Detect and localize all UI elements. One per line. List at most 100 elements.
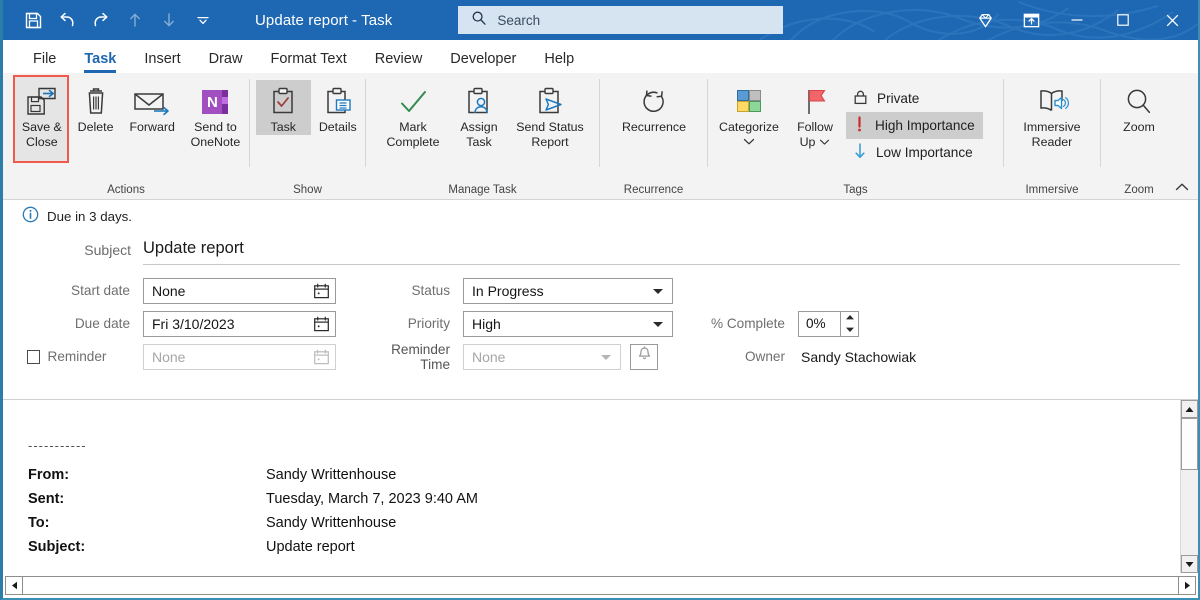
- from-label: From:: [28, 463, 126, 487]
- reminder-time-select[interactable]: None: [463, 344, 621, 370]
- due-date-value: Fri 3/10/2023: [152, 316, 235, 332]
- tab-task[interactable]: Task: [70, 51, 130, 73]
- zoom-button[interactable]: Zoom: [1107, 80, 1171, 135]
- send-status-report-icon: [535, 84, 565, 120]
- reminder-time-label: Reminder Time: [358, 342, 463, 372]
- scroll-right-arrow-icon[interactable]: [1178, 576, 1196, 595]
- vertical-scroll-thumb[interactable]: [1181, 418, 1198, 470]
- diamond-icon[interactable]: [962, 0, 1008, 40]
- owner-value[interactable]: Sandy Stachowiak: [798, 349, 916, 365]
- start-date-input[interactable]: None: [143, 278, 336, 304]
- categorize-dropdown-icon[interactable]: [743, 135, 755, 150]
- follow-up-flag-icon: [800, 84, 830, 120]
- due-date-input[interactable]: Fri 3/10/2023: [143, 311, 336, 337]
- form-column-middle: Status In Progress Priority High: [358, 274, 688, 373]
- previous-item-icon[interactable]: [119, 5, 151, 35]
- collapse-ribbon-button[interactable]: [1172, 177, 1192, 197]
- tab-developer[interactable]: Developer: [436, 51, 530, 73]
- minimize-icon[interactable]: [1054, 0, 1100, 40]
- calendar-icon[interactable]: [313, 282, 330, 299]
- ribbon-group-label-tags: Tags: [708, 179, 1003, 200]
- show-task-button[interactable]: Task: [256, 80, 311, 135]
- tab-format-text[interactable]: Format Text: [256, 51, 360, 73]
- tab-review[interactable]: Review: [361, 51, 437, 73]
- tab-draw[interactable]: Draw: [195, 51, 257, 73]
- search-input[interactable]: Search: [458, 6, 783, 34]
- immersive-reader-button[interactable]: Immersive Reader: [1012, 80, 1092, 150]
- priority-select[interactable]: High: [463, 311, 673, 337]
- undo-icon[interactable]: [51, 5, 83, 35]
- delete-button[interactable]: Delete: [69, 80, 123, 135]
- show-details-button[interactable]: Details: [311, 80, 366, 135]
- subject-label-body: Subject:: [28, 535, 126, 559]
- follow-up-button[interactable]: Follow Up: [784, 80, 846, 150]
- table-row: Sent: Tuesday, March 7, 2023 9:40 AM: [28, 487, 478, 511]
- close-icon[interactable]: [1146, 0, 1198, 40]
- reminder-date-input[interactable]: None: [143, 344, 336, 370]
- from-value: Sandy Writtenhouse: [126, 463, 478, 487]
- to-label: To:: [28, 511, 126, 535]
- save-and-close-label-line2: Close: [26, 135, 58, 150]
- show-task-label: Task: [271, 120, 296, 135]
- subject-input[interactable]: Update report: [143, 237, 1180, 265]
- assign-task-icon: [464, 84, 494, 120]
- next-item-icon[interactable]: [153, 5, 185, 35]
- customize-quick-access-toolbar-icon[interactable]: [187, 5, 219, 35]
- svg-text:N: N: [207, 94, 218, 111]
- forward-button[interactable]: Forward: [122, 80, 181, 135]
- ribbon-group-label-show: Show: [250, 179, 365, 200]
- forward-label: Forward: [129, 120, 174, 135]
- percent-complete-value[interactable]: 0%: [798, 311, 840, 337]
- ribbon-display-options-icon[interactable]: [1008, 0, 1054, 40]
- follow-up-dropdown-icon[interactable]: [819, 135, 830, 150]
- horizontal-scrollbar[interactable]: [3, 573, 1198, 598]
- mark-complete-button[interactable]: Mark Complete: [378, 80, 448, 150]
- ribbon-group-immersive: Immersive Reader Immersive: [1004, 73, 1100, 200]
- horizontal-scroll-track[interactable]: [23, 576, 1178, 595]
- chevron-down-icon[interactable]: [652, 316, 664, 332]
- outlook-task-window: Update report-Task Search: [0, 0, 1200, 600]
- vertical-scroll-track[interactable]: [1181, 418, 1198, 555]
- categorize-label: Categorize: [719, 120, 779, 135]
- search-placeholder: Search: [497, 13, 540, 28]
- vertical-scrollbar[interactable]: [1180, 400, 1198, 573]
- ribbon-group-actions: Save & Close Delete Forward: [3, 73, 249, 200]
- priority-value: High: [472, 316, 501, 332]
- assign-task-button[interactable]: Assign Task: [448, 80, 510, 150]
- ribbon-group-label-manage-task: Manage Task: [366, 179, 599, 200]
- reminder-time-row: Reminder Time None: [358, 340, 688, 373]
- high-importance-toggle[interactable]: High Importance: [846, 112, 983, 139]
- maximize-icon[interactable]: [1100, 0, 1146, 40]
- tab-help[interactable]: Help: [530, 51, 588, 73]
- scroll-left-arrow-icon[interactable]: [5, 576, 23, 595]
- recurrence-button[interactable]: Recurrence: [608, 80, 700, 135]
- reminder-checkbox[interactable]: [27, 350, 40, 364]
- scroll-down-arrow-icon[interactable]: [1181, 555, 1198, 573]
- private-toggle[interactable]: Private: [846, 85, 983, 112]
- percent-complete-stepper[interactable]: 0%: [798, 311, 859, 337]
- assign-task-label-line1: Assign: [460, 120, 497, 135]
- chevron-down-icon[interactable]: [652, 283, 664, 299]
- tab-file[interactable]: File: [19, 51, 70, 73]
- send-to-onenote-label-line1: Send to: [194, 120, 237, 135]
- send-to-onenote-button[interactable]: N Send to OneNote: [182, 80, 249, 150]
- delete-trash-icon: [81, 84, 111, 120]
- save-icon[interactable]: [17, 5, 49, 35]
- spacer-row: [688, 274, 1198, 307]
- stepper-up-icon[interactable]: [841, 312, 858, 324]
- reminder-sound-button[interactable]: [630, 344, 658, 370]
- chevron-down-icon[interactable]: [600, 349, 612, 365]
- save-and-close-button[interactable]: Save & Close: [15, 80, 69, 150]
- calendar-icon[interactable]: [313, 315, 330, 332]
- immersive-reader-label-line1: Immersive: [1023, 120, 1080, 135]
- tab-insert[interactable]: Insert: [130, 51, 194, 73]
- info-bar-text: Due in 3 days.: [47, 209, 132, 224]
- low-importance-toggle[interactable]: Low Importance: [846, 139, 983, 166]
- scroll-up-arrow-icon[interactable]: [1181, 400, 1198, 418]
- redo-icon[interactable]: [85, 5, 117, 35]
- status-select[interactable]: In Progress: [463, 278, 673, 304]
- send-status-report-button[interactable]: Send Status Report: [510, 80, 590, 150]
- stepper-down-icon[interactable]: [841, 324, 858, 336]
- categorize-button[interactable]: Categorize: [714, 80, 784, 150]
- notes-content[interactable]: ----------- From: Sandy Writtenhouse Sen…: [3, 400, 1180, 573]
